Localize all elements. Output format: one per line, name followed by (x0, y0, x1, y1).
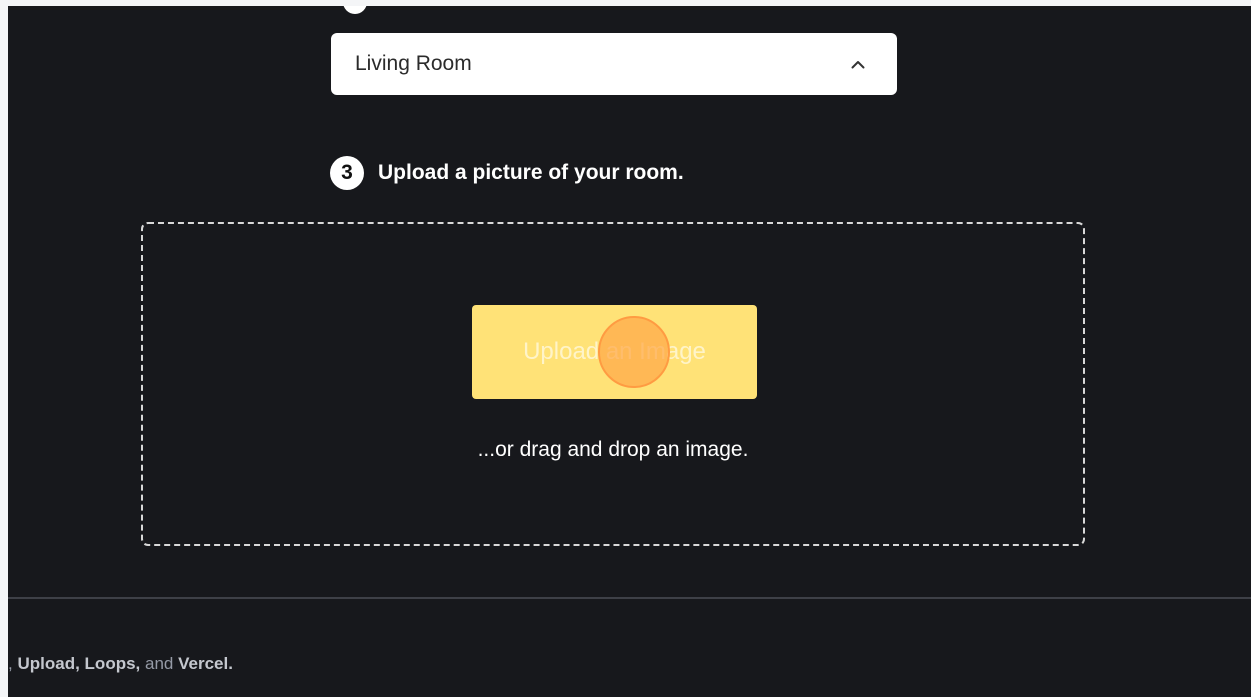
step-number-badge: 3 (330, 156, 364, 190)
footer-link-loops[interactable]: Loops, (85, 654, 141, 673)
footer-divider (8, 597, 1251, 599)
click-indicator (598, 316, 670, 388)
step-3-label: Upload a picture of your room. (378, 161, 684, 184)
footer-link-vercel[interactable]: Vercel. (178, 654, 233, 673)
step-3-heading: 3 Upload a picture of your room. (330, 156, 684, 190)
image-dropzone[interactable]: Upload an Image ...or drag and drop an i… (141, 222, 1085, 546)
room-type-selected-value: Living Room (355, 52, 472, 75)
footer-and-text: and (145, 654, 174, 673)
chevron-up-icon (843, 49, 873, 79)
page: Living Room 3 Upload a picture of your r… (8, 6, 1251, 697)
drag-drop-hint: ...or drag and drop an image. (477, 438, 749, 461)
step-2-indicator (343, 6, 367, 14)
footer-credits: , Upload, Loops, and Vercel. (8, 654, 233, 674)
room-type-select[interactable]: Living Room (331, 33, 897, 95)
footer-partial-text: , (8, 654, 13, 673)
footer-link-upload[interactable]: Upload, (17, 654, 79, 673)
